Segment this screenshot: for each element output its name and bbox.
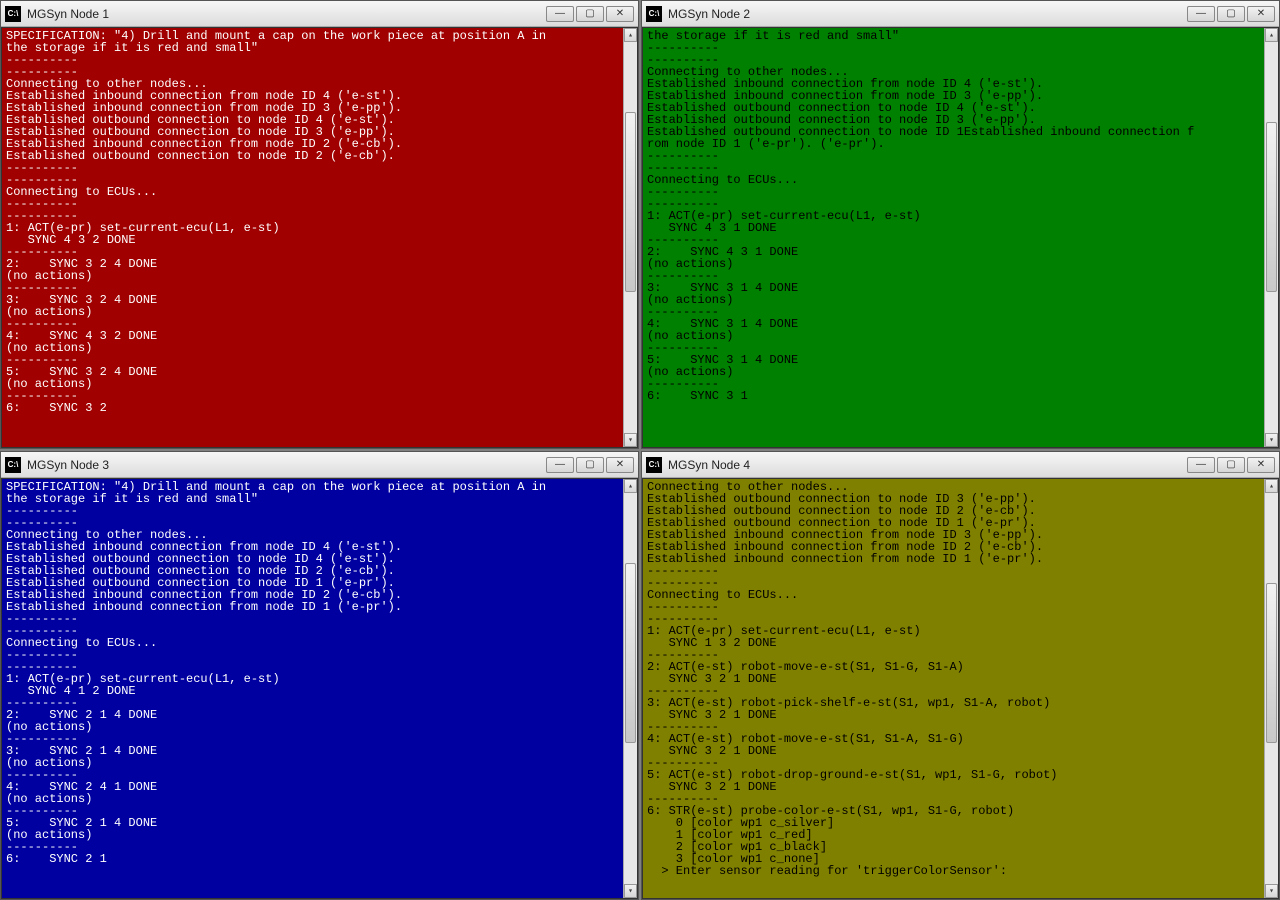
scroll-track[interactable] bbox=[1265, 42, 1278, 433]
scroll-thumb[interactable] bbox=[625, 112, 636, 292]
terminal-output: the storage if it is red and small" ----… bbox=[643, 28, 1264, 447]
window-title: MGSyn Node 2 bbox=[668, 7, 1187, 21]
window-node2: C:\ MGSyn Node 2 — ▢ ✕ the storage if it… bbox=[641, 0, 1280, 449]
scroll-track[interactable] bbox=[1265, 493, 1278, 884]
titlebar-node4[interactable]: C:\ MGSyn Node 4 — ▢ ✕ bbox=[642, 452, 1279, 478]
window-title: MGSyn Node 3 bbox=[27, 458, 546, 472]
scroll-track[interactable] bbox=[624, 42, 637, 433]
terminal-output: Connecting to other nodes... Established… bbox=[643, 479, 1264, 898]
scroll-down-icon[interactable]: ▾ bbox=[624, 884, 637, 898]
terminal-output: SPECIFICATION: "4) Drill and mount a cap… bbox=[2, 28, 623, 447]
maximize-button[interactable]: ▢ bbox=[576, 457, 604, 473]
scroll-down-icon[interactable]: ▾ bbox=[624, 433, 637, 447]
scroll-up-icon[interactable]: ▴ bbox=[1265, 28, 1278, 42]
terminal-node3[interactable]: SPECIFICATION: "4) Drill and mount a cap… bbox=[1, 478, 638, 899]
close-button[interactable]: ✕ bbox=[1247, 457, 1275, 473]
scroll-thumb[interactable] bbox=[1266, 122, 1277, 292]
minimize-button[interactable]: — bbox=[1187, 6, 1215, 22]
scrollbar[interactable]: ▴ ▾ bbox=[623, 479, 637, 898]
window-node4: C:\ MGSyn Node 4 — ▢ ✕ Connecting to oth… bbox=[641, 451, 1280, 900]
close-button[interactable]: ✕ bbox=[606, 457, 634, 473]
maximize-button[interactable]: ▢ bbox=[576, 6, 604, 22]
scroll-up-icon[interactable]: ▴ bbox=[624, 479, 637, 493]
titlebar-node1[interactable]: C:\ MGSyn Node 1 — ▢ ✕ bbox=[1, 1, 638, 27]
scroll-thumb[interactable] bbox=[1266, 583, 1277, 743]
minimize-button[interactable]: — bbox=[546, 457, 574, 473]
app-icon: C:\ bbox=[5, 457, 21, 473]
app-icon: C:\ bbox=[5, 6, 21, 22]
scroll-down-icon[interactable]: ▾ bbox=[1265, 884, 1278, 898]
maximize-button[interactable]: ▢ bbox=[1217, 6, 1245, 22]
window-title: MGSyn Node 1 bbox=[27, 7, 546, 21]
titlebar-node3[interactable]: C:\ MGSyn Node 3 — ▢ ✕ bbox=[1, 452, 638, 478]
terminal-output: SPECIFICATION: "4) Drill and mount a cap… bbox=[2, 479, 623, 898]
maximize-button[interactable]: ▢ bbox=[1217, 457, 1245, 473]
app-icon: C:\ bbox=[646, 457, 662, 473]
minimize-button[interactable]: — bbox=[546, 6, 574, 22]
titlebar-node2[interactable]: C:\ MGSyn Node 2 — ▢ ✕ bbox=[642, 1, 1279, 27]
scrollbar[interactable]: ▴ ▾ bbox=[623, 28, 637, 447]
terminal-node2[interactable]: the storage if it is red and small" ----… bbox=[642, 27, 1279, 448]
window-title: MGSyn Node 4 bbox=[668, 458, 1187, 472]
terminal-node1[interactable]: SPECIFICATION: "4) Drill and mount a cap… bbox=[1, 27, 638, 448]
scrollbar[interactable]: ▴ ▾ bbox=[1264, 479, 1278, 898]
window-controls: — ▢ ✕ bbox=[546, 6, 634, 22]
scroll-track[interactable] bbox=[624, 493, 637, 884]
terminal-node4[interactable]: Connecting to other nodes... Established… bbox=[642, 478, 1279, 899]
scrollbar[interactable]: ▴ ▾ bbox=[1264, 28, 1278, 447]
window-node3: C:\ MGSyn Node 3 — ▢ ✕ SPECIFICATION: "4… bbox=[0, 451, 639, 900]
scroll-up-icon[interactable]: ▴ bbox=[1265, 479, 1278, 493]
scroll-down-icon[interactable]: ▾ bbox=[1265, 433, 1278, 447]
app-icon: C:\ bbox=[646, 6, 662, 22]
window-controls: — ▢ ✕ bbox=[1187, 457, 1275, 473]
minimize-button[interactable]: — bbox=[1187, 457, 1215, 473]
scroll-thumb[interactable] bbox=[625, 563, 636, 743]
window-controls: — ▢ ✕ bbox=[1187, 6, 1275, 22]
close-button[interactable]: ✕ bbox=[1247, 6, 1275, 22]
window-node1: C:\ MGSyn Node 1 — ▢ ✕ SPECIFICATION: "4… bbox=[0, 0, 639, 449]
scroll-up-icon[interactable]: ▴ bbox=[624, 28, 637, 42]
window-controls: — ▢ ✕ bbox=[546, 457, 634, 473]
close-button[interactable]: ✕ bbox=[606, 6, 634, 22]
